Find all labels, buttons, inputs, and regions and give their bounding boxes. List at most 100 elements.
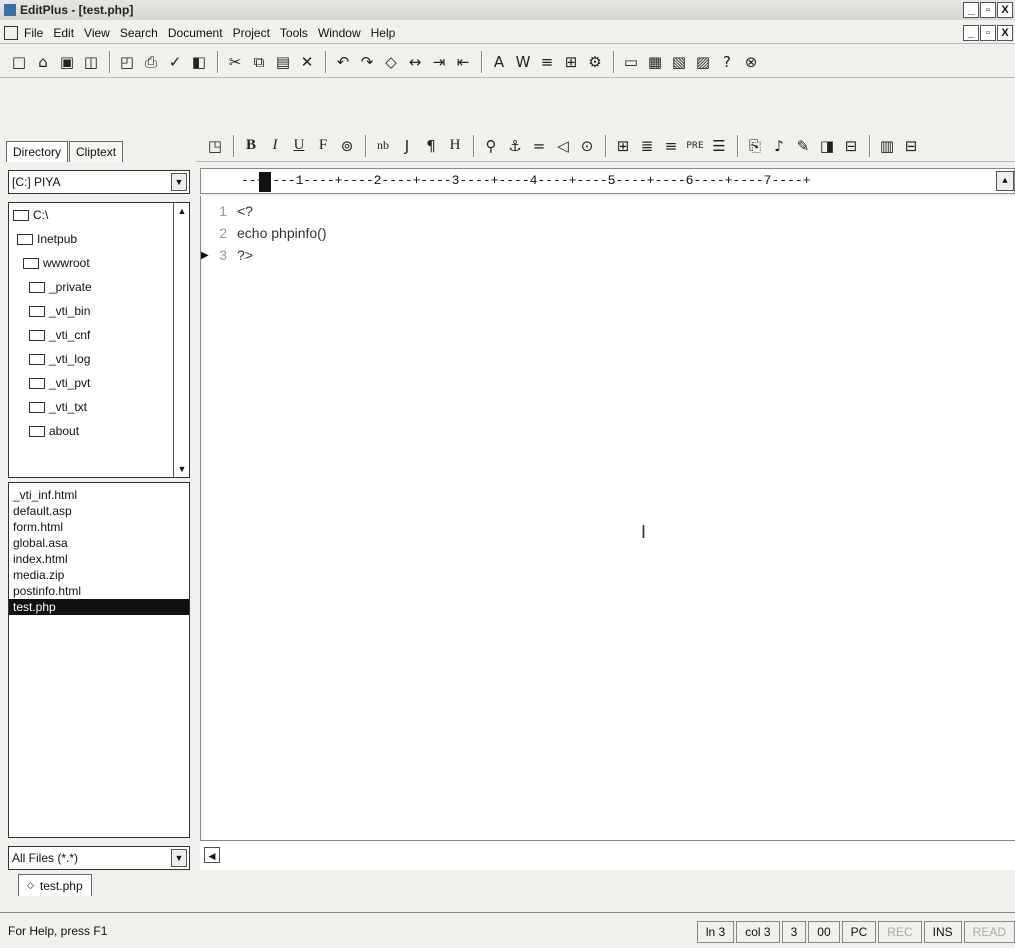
form-icon[interactable]: ⊟	[840, 135, 862, 157]
replace-icon[interactable]: ↔	[404, 51, 426, 73]
font-tag-button[interactable]: F	[312, 135, 334, 157]
open-file-icon[interactable]: ⌂	[32, 51, 54, 73]
file-item[interactable]: postinfo.html	[9, 583, 189, 599]
find-icon[interactable]: ◇	[380, 51, 402, 73]
tree-scrollbar[interactable]: ▲ ▼	[173, 203, 189, 477]
file-item[interactable]: media.zip	[9, 567, 189, 583]
comment-icon[interactable]: ◁	[552, 135, 574, 157]
file-item-selected[interactable]: test.php	[9, 599, 189, 615]
file-item[interactable]: _vti_inf.html	[9, 487, 189, 503]
file-filter-select[interactable]: All Files (*.*) ▼	[8, 846, 190, 870]
view-output-icon[interactable]: ▦	[644, 51, 666, 73]
wrap-lines-icon[interactable]: ≡	[536, 51, 558, 73]
spellcheck-icon[interactable]: ✓	[164, 51, 186, 73]
delete-icon[interactable]: ✕	[296, 51, 318, 73]
paragraph-button[interactable]: ¶	[420, 135, 442, 157]
editor-area[interactable]: 1 <? 2 echo phpinfo() ▶ 3 ?> I	[200, 196, 1015, 840]
goto-icon[interactable]: ⇥	[428, 51, 450, 73]
ruler-toggle-icon[interactable]: ▲	[996, 171, 1014, 191]
script-icon[interactable]: ⎘	[744, 135, 766, 157]
align-center-icon[interactable]: ≣	[636, 135, 658, 157]
settings-icon[interactable]: ⚙	[584, 51, 606, 73]
redo-icon[interactable]: ↷	[356, 51, 378, 73]
code-text[interactable]: echo phpinfo()	[237, 225, 327, 241]
tree-item[interactable]: _vti_bin	[9, 299, 189, 323]
underline-button[interactable]: U	[288, 135, 310, 157]
menu-project[interactable]: Project	[233, 26, 270, 40]
toolbox-icon[interactable]: ▥	[876, 135, 898, 157]
link-icon[interactable]: ⚲	[480, 135, 502, 157]
color-icon[interactable]: ⊚	[336, 135, 358, 157]
line-break-button[interactable]: J	[396, 135, 418, 157]
code-text[interactable]: ?>	[237, 247, 253, 263]
menu-document[interactable]: Document	[168, 26, 223, 40]
file-item[interactable]: global.asa	[9, 535, 189, 551]
frame-icon[interactable]: ◨	[816, 135, 838, 157]
save-all-icon[interactable]: ◫	[80, 51, 102, 73]
font-icon[interactable]: A	[488, 51, 510, 73]
view-cliptext-icon[interactable]: ▧	[668, 51, 690, 73]
drive-select[interactable]: [C:] PIYA ▼	[8, 170, 190, 194]
code-text[interactable]: <?	[237, 203, 253, 219]
horizontal-rule-button[interactable]: =	[528, 135, 550, 157]
maximize-button[interactable]: ▫	[980, 2, 996, 18]
new-file-icon[interactable]: □	[8, 51, 30, 73]
tree-item[interactable]: _vti_txt	[9, 395, 189, 419]
menu-search[interactable]: Search	[120, 26, 158, 40]
file-item[interactable]: form.html	[9, 519, 189, 535]
word-wrap-icon[interactable]: W	[512, 51, 534, 73]
editor-hscrollbar[interactable]: ◀	[200, 840, 1015, 870]
html-preview-icon[interactable]: ◳	[204, 135, 226, 157]
table-icon[interactable]: ⊞	[612, 135, 634, 157]
help-icon[interactable]: ?	[716, 51, 738, 73]
doc-minimize-button[interactable]: _	[963, 25, 979, 41]
anchor-icon[interactable]: ⚓	[504, 135, 526, 157]
file-item[interactable]: index.html	[9, 551, 189, 567]
menu-tools[interactable]: Tools	[280, 26, 308, 40]
document-icon[interactable]	[4, 25, 18, 40]
print-preview-icon[interactable]: ◰	[116, 51, 138, 73]
minimize-button[interactable]: _	[963, 2, 979, 18]
java-icon[interactable]: ♪	[768, 135, 790, 157]
stop-icon[interactable]: ⊗	[740, 51, 762, 73]
tree-item[interactable]: _private	[9, 275, 189, 299]
heading-button[interactable]: H	[444, 135, 466, 157]
document-tab[interactable]: ◇ test.php	[18, 874, 92, 896]
pre-button[interactable]: PRE	[684, 135, 706, 157]
chevron-down-icon[interactable]: ▼	[171, 173, 187, 191]
ruler[interactable]: --+----1----+----2----+----3----+----4--…	[200, 168, 1015, 194]
menu-view[interactable]: View	[84, 26, 110, 40]
cut-icon[interactable]: ✂	[224, 51, 246, 73]
view-dir-icon[interactable]: ▨	[692, 51, 714, 73]
bold-button[interactable]: B	[240, 135, 262, 157]
tree-item[interactable]: _vti_cnf	[9, 323, 189, 347]
doc-close-button[interactable]: X	[997, 25, 1013, 41]
tab-cliptext[interactable]: Cliptext	[69, 141, 124, 162]
ruler-marker[interactable]	[259, 172, 271, 192]
chevron-down-icon[interactable]: ▼	[171, 849, 187, 867]
file-item[interactable]: default.asp	[9, 503, 189, 519]
italic-button[interactable]: I	[264, 135, 286, 157]
nbsp-button[interactable]: nb	[372, 135, 394, 157]
copy-icon[interactable]: ⧉	[248, 51, 270, 73]
tree-item[interactable]: C:\	[9, 203, 189, 227]
scroll-up-icon[interactable]: ▲	[174, 203, 189, 219]
scroll-left-icon[interactable]: ◀	[204, 847, 220, 863]
browser-icon[interactable]: ◧	[188, 51, 210, 73]
image-icon[interactable]: ⊙	[576, 135, 598, 157]
scroll-down-icon[interactable]: ▼	[174, 461, 189, 477]
tree-item[interactable]: _vti_log	[9, 347, 189, 371]
indent-icon[interactable]: ⇤	[452, 51, 474, 73]
menu-help[interactable]: Help	[371, 26, 396, 40]
tree-item[interactable]: Inetpub	[9, 227, 189, 251]
window-layout-icon[interactable]: ⊟	[900, 135, 922, 157]
tab-directory[interactable]: Directory	[6, 141, 69, 162]
tree-item[interactable]: _vti_pvt	[9, 371, 189, 395]
save-icon[interactable]: ▣	[56, 51, 78, 73]
align-right-icon[interactable]: ≡	[660, 135, 682, 157]
list-icon[interactable]: ☰	[708, 135, 730, 157]
tree-item[interactable]: about	[9, 419, 189, 443]
tab-space-icon[interactable]: ⊞	[560, 51, 582, 73]
tree-item[interactable]: wwwroot	[9, 251, 189, 275]
menu-edit[interactable]: Edit	[53, 26, 74, 40]
